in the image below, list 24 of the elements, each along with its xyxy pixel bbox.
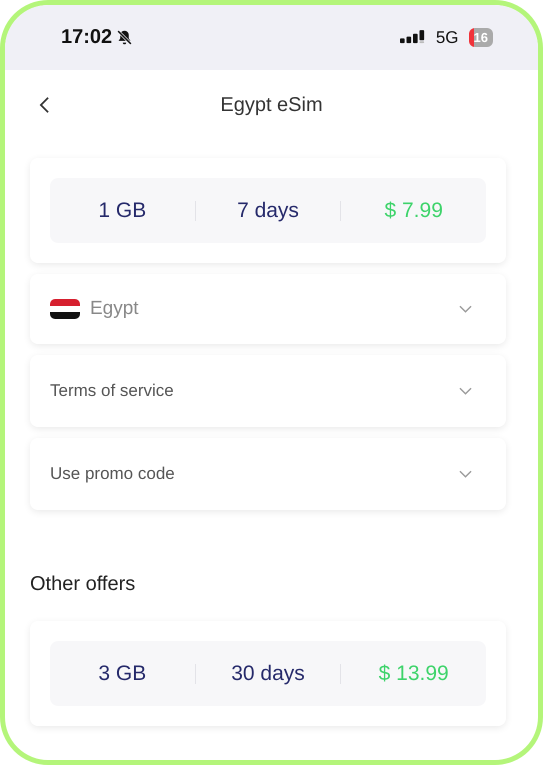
plan-duration: 7 days xyxy=(236,198,300,222)
page-title: Egypt eSim xyxy=(220,94,323,116)
row-label: Egypt xyxy=(90,298,140,320)
flag-icon xyxy=(50,299,80,319)
plan-data: 3 GB xyxy=(97,662,148,686)
plan-data: 1 GB xyxy=(97,198,148,222)
chevron-down-icon xyxy=(459,305,472,313)
plan-price: $ 13.99 xyxy=(378,662,450,686)
dropdown-row[interactable]: Egypt xyxy=(30,274,506,344)
row-label: Terms of service xyxy=(50,381,175,401)
network-label: 5G xyxy=(436,28,459,48)
signal-icon xyxy=(400,29,426,46)
muted-bell-icon xyxy=(116,29,134,46)
chevron-down-icon xyxy=(459,387,472,395)
dropdown-row[interactable]: Use promo code xyxy=(30,438,506,510)
offer-card[interactable]: 3 GB 30 days $ 13.99 xyxy=(30,621,506,726)
row-label: Use promo code xyxy=(50,464,176,484)
status-time: 17:02 xyxy=(61,26,112,49)
dropdown-row[interactable]: Terms of service xyxy=(30,355,506,427)
plan-duration: 30 days xyxy=(230,662,306,686)
chevron-down-icon xyxy=(459,470,472,478)
battery-indicator: 16 xyxy=(468,28,493,47)
section-heading: Other offers xyxy=(30,573,136,596)
plan-price: $ 7.99 xyxy=(383,198,444,222)
